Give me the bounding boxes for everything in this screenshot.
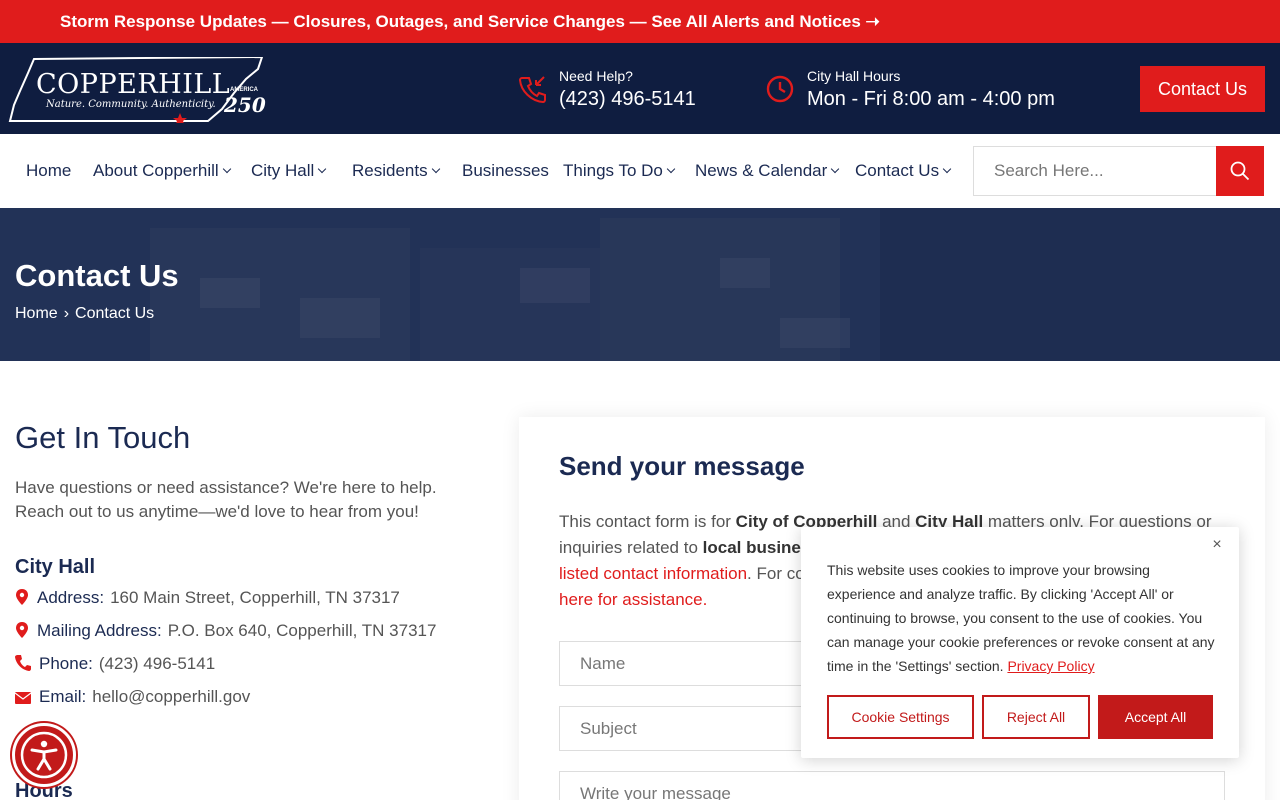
notice-text: This contact form is for	[559, 512, 736, 531]
page-title: Contact Us	[15, 258, 179, 293]
logo-tagline: Nature. Community. Authenticity.	[46, 99, 216, 110]
city-hall-title: City Hall	[15, 556, 96, 578]
search-icon	[1230, 161, 1250, 181]
contact-us-button[interactable]: Contact Us	[1140, 66, 1265, 112]
nav-label: Businesses	[462, 161, 549, 180]
email-row: Email: hello@copperhill.gov	[15, 687, 250, 707]
page-hero: Contact Us Home › Contact Us	[0, 208, 1280, 361]
top-header: COPPERHILL Nature. Community. Authentici…	[0, 43, 1280, 134]
accessibility-icon	[20, 731, 68, 779]
email-label: Email:	[39, 687, 87, 706]
nav-label: News & Calendar	[695, 161, 828, 180]
privacy-policy-link[interactable]: Privacy Policy	[1007, 658, 1094, 674]
email-value[interactable]: hello@copperhill.gov	[92, 687, 250, 706]
nav-item-home[interactable]: Home	[26, 134, 71, 208]
cookie-text: This website uses cookies to improve you…	[827, 558, 1219, 678]
nav-label: Things To Do	[563, 161, 663, 180]
chevron-down-icon	[431, 164, 440, 174]
nav-item-news-calendar[interactable]: News & Calendar	[695, 134, 840, 208]
breadcrumb-separator: ›	[63, 305, 70, 322]
map-pin-icon	[16, 622, 28, 638]
nav-item-things-to-do[interactable]: Things To Do	[563, 134, 676, 208]
nav-item-residents[interactable]: Residents	[352, 134, 440, 208]
chevron-down-icon	[318, 164, 327, 174]
chevron-down-icon	[831, 164, 840, 174]
cookie-settings-button[interactable]: Cookie Settings	[827, 695, 974, 739]
phone-value[interactable]: (423) 496-5141	[99, 654, 215, 673]
nav-label: Contact Us	[855, 161, 940, 180]
form-title: Send your message	[559, 451, 805, 481]
accept-all-button[interactable]: Accept All	[1098, 695, 1213, 739]
assistance-link[interactable]: here for assistance.	[559, 590, 707, 609]
help-phone[interactable]: (423) 496-5141	[559, 88, 696, 111]
logo-250: 250	[224, 93, 266, 117]
logo-title: COPPERHILL	[36, 69, 231, 100]
chevron-down-icon	[666, 164, 676, 174]
breadcrumb-current: Contact Us	[75, 305, 155, 322]
envelope-icon	[15, 692, 31, 704]
nav-label: Residents	[352, 161, 428, 180]
help-phone-block: Need Help? (423) 496-5141	[517, 68, 717, 112]
map-pin-icon	[16, 589, 28, 605]
reject-all-button[interactable]: Reject All	[982, 695, 1090, 739]
get-in-touch-section: Get In Touch Have questions or need assi…	[15, 420, 485, 800]
phone-incoming-icon	[518, 76, 546, 104]
hours-label: City Hall Hours	[807, 68, 901, 84]
nav-item-city-hall[interactable]: City Hall	[251, 134, 327, 208]
nav-label: City Hall	[251, 161, 315, 180]
chevron-down-icon	[222, 164, 231, 174]
nav-item-contact[interactable]: Contact Us	[855, 134, 952, 208]
mailing-address-value: P.O. Box 640, Copperhill, TN 37317	[167, 621, 437, 640]
city-hall-hours-block: City Hall Hours Mon - Fri 8:00 am - 4:00…	[765, 68, 1075, 112]
main-nav: Home About Copperhill City Hall Resident…	[0, 134, 1280, 208]
message-textarea[interactable]: Write your message	[559, 771, 1225, 800]
breadcrumb-home[interactable]: Home	[15, 305, 58, 322]
phone-row: Phone: (423) 496-5141	[15, 654, 215, 674]
address-row: Address: 160 Main Street, Copperhill, TN …	[15, 588, 400, 608]
site-logo[interactable]: COPPERHILL Nature. Community. Authentici…	[8, 57, 266, 123]
chevron-down-icon	[942, 164, 952, 174]
search-button[interactable]	[1216, 146, 1264, 196]
phone-label: Phone:	[39, 654, 93, 673]
help-label: Need Help?	[559, 68, 633, 84]
notice-bold: local busines	[702, 538, 811, 557]
address-label: Address:	[37, 588, 105, 607]
address-value: 160 Main Street, Copperhill, TN 37317	[110, 588, 400, 607]
clock-icon	[766, 75, 794, 103]
get-in-touch-title: Get In Touch	[15, 420, 191, 455]
nav-label: About Copperhill	[93, 161, 219, 180]
breadcrumb: Home › Contact Us	[15, 305, 154, 323]
nav-item-about[interactable]: About Copperhill	[93, 134, 231, 208]
hero-aerial-background	[0, 208, 1280, 361]
phone-icon	[15, 655, 31, 671]
mailing-address-row: Mailing Address: P.O. Box 640, Copperhill…	[15, 621, 436, 641]
search-input[interactable]: Search Here...	[973, 146, 1217, 196]
alert-link[interactable]: Storm Response Updates — Closures, Outag…	[60, 12, 880, 31]
accessibility-button[interactable]	[12, 723, 76, 787]
alert-bar[interactable]: Storm Response Updates — Closures, Outag…	[0, 0, 1280, 43]
hours-value: Mon - Fri 8:00 am - 4:00 pm	[807, 88, 1055, 110]
get-in-touch-text: Have questions or need assistance? We're…	[15, 478, 437, 521]
nav-item-businesses[interactable]: Businesses	[462, 134, 549, 208]
close-icon[interactable]: ×	[1209, 537, 1225, 553]
cookie-banner: × This website uses cookies to improve y…	[801, 527, 1239, 758]
mailing-address-label: Mailing Address:	[37, 621, 162, 640]
contact-info-link[interactable]: listed contact information	[559, 564, 747, 583]
notice-text: . For co	[747, 564, 805, 583]
nav-label: Home	[26, 161, 72, 180]
